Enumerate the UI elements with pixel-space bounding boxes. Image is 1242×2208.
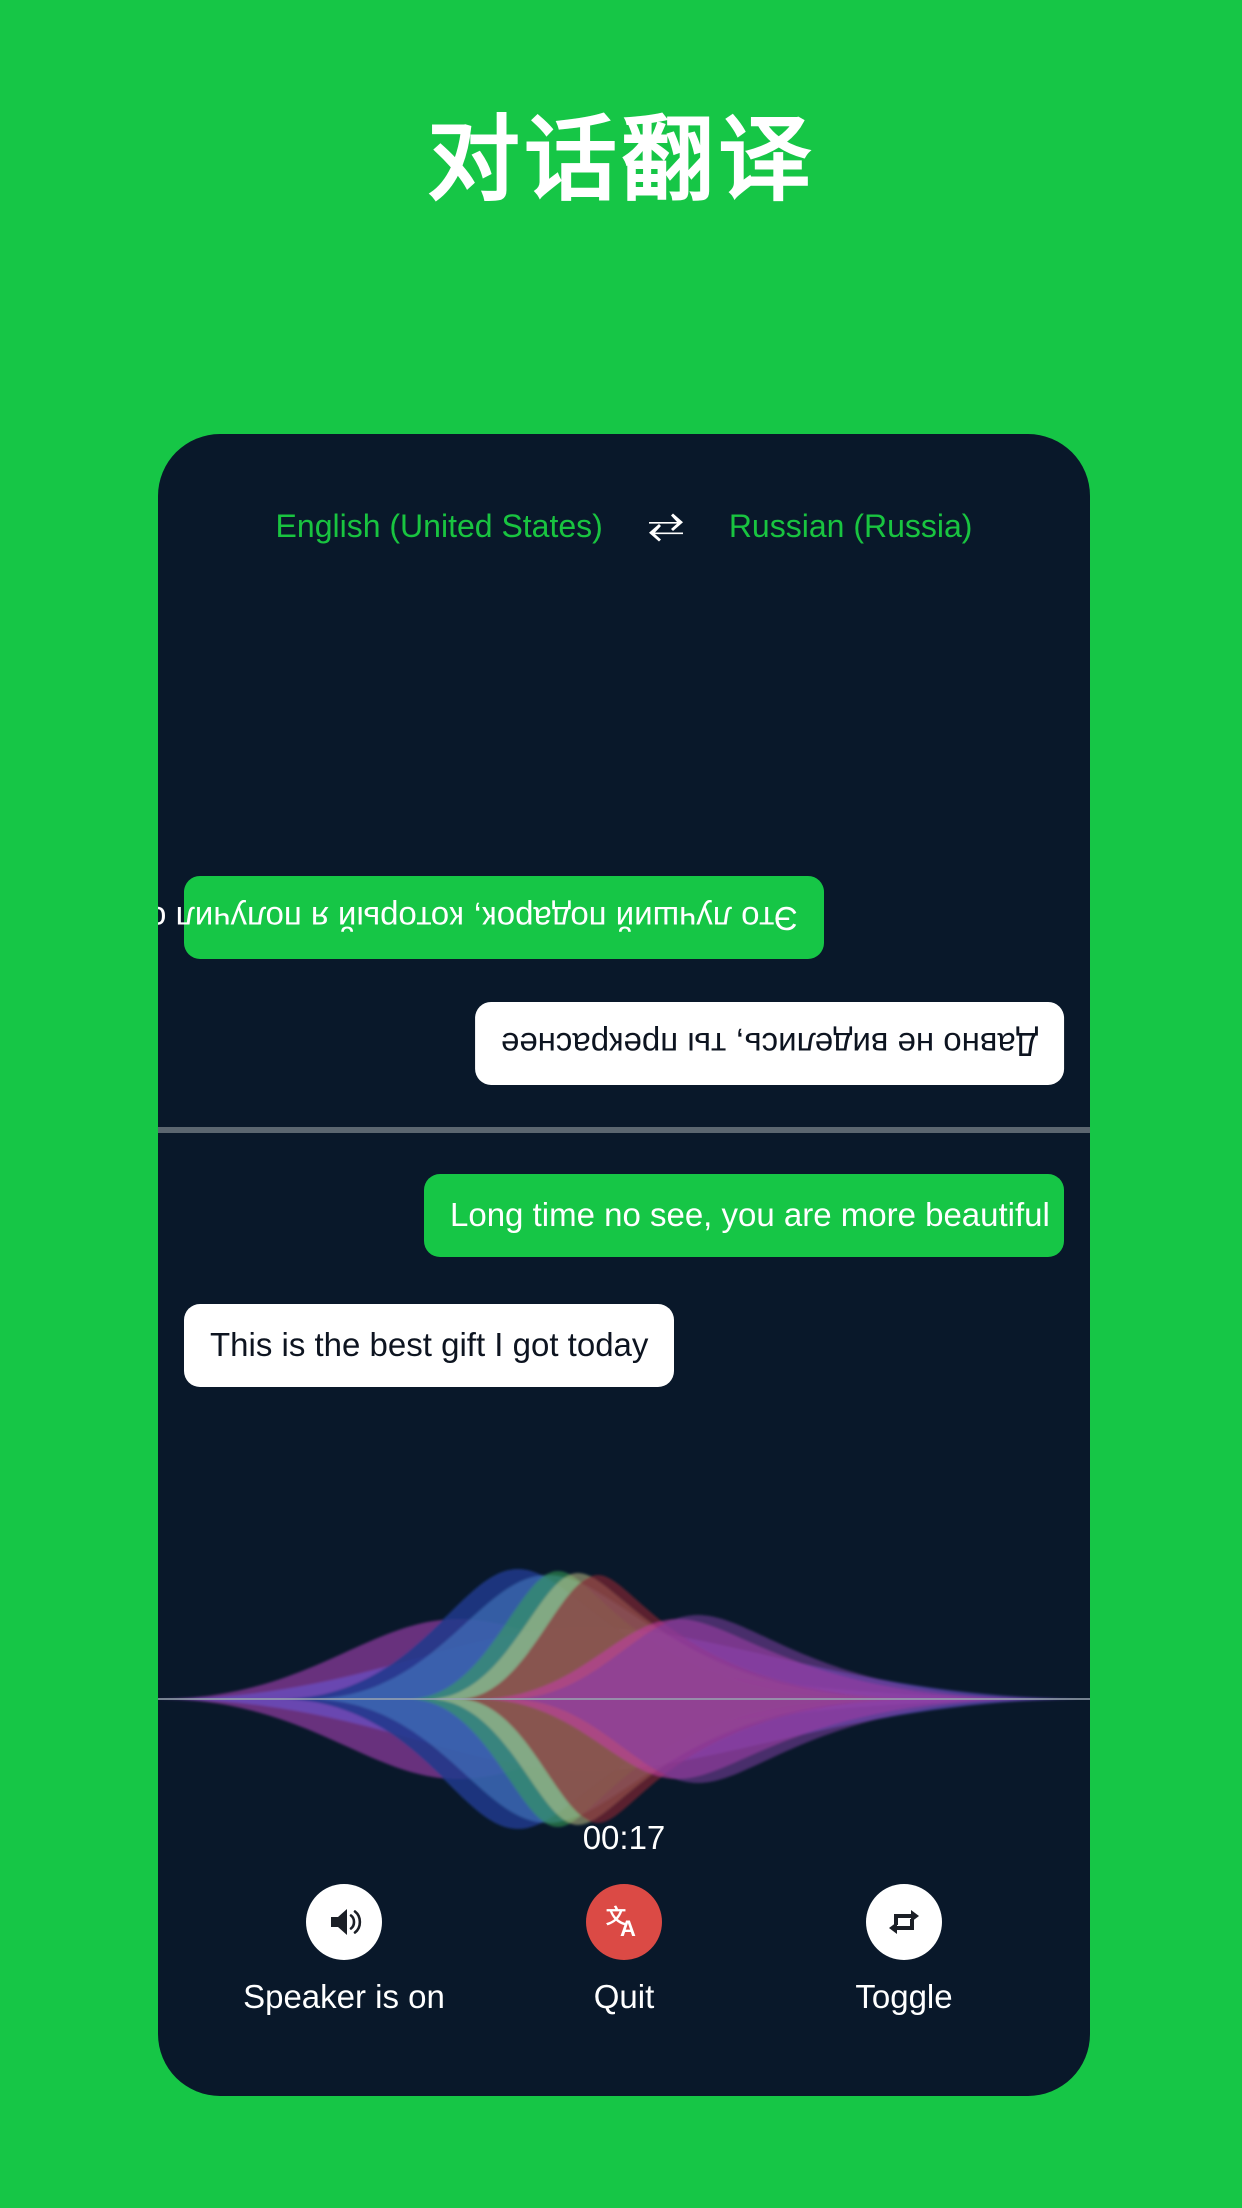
quit-button-label: Quit: [593, 1978, 655, 2015]
message-bubble-source[interactable]: Long time no see, you are more beautiful: [424, 1174, 1064, 1257]
control-bar: Speaker is on 文 A Quit Toggle: [158, 1884, 1090, 2016]
repeat-loop-icon: [889, 1910, 919, 1934]
message-bubble-source[interactable]: This is the best gift I got today: [184, 1304, 675, 1387]
message-row: Long time no see, you are more beautiful: [158, 1174, 1090, 1257]
elapsed-timer: 00:17: [582, 1819, 666, 1856]
swap-horizontal-icon[interactable]: [647, 512, 685, 542]
quit-button[interactable]: 文 A Quit: [504, 1884, 744, 2016]
message-bubble-translated[interactable]: Это лучший подарок, который я получил се…: [158, 876, 824, 959]
message-bubble-translated[interactable]: Давно не виделись, ты прекраснее: [474, 1002, 1064, 1085]
speaker-button-label: Speaker is on: [243, 1978, 445, 2015]
message-row: Давно не виделись, ты прекраснее: [158, 1002, 1090, 1085]
toggle-button[interactable]: Toggle: [784, 1884, 1024, 2016]
toggle-button-circle[interactable]: [866, 1884, 942, 1960]
speaker-button[interactable]: Speaker is on: [224, 1884, 464, 2016]
translate-icon: 文 A: [606, 1904, 636, 1941]
panel-divider: [158, 1127, 1090, 1133]
toggle-button-label: Toggle: [855, 1978, 953, 2015]
source-language-button[interactable]: English (United States): [276, 508, 603, 545]
voice-waveform: [158, 1569, 1090, 1829]
speaker-button-circle[interactable]: [306, 1884, 382, 1960]
quit-button-circle[interactable]: 文 A: [586, 1884, 662, 1960]
target-language-button[interactable]: Russian (Russia): [729, 508, 973, 545]
page-title: 对话翻译: [427, 106, 815, 214]
language-selector-bar: English (United States) Russian (Russia): [158, 508, 1090, 545]
device-panel: English (United States) Russian (Russia)…: [158, 434, 1090, 2096]
message-row: This is the best gift I got today: [158, 1304, 1090, 1387]
svg-text:A: A: [620, 1916, 636, 1941]
message-row: Это лучший подарок, который я получил се…: [158, 876, 1090, 959]
speaker-on-icon: [331, 1909, 362, 1935]
